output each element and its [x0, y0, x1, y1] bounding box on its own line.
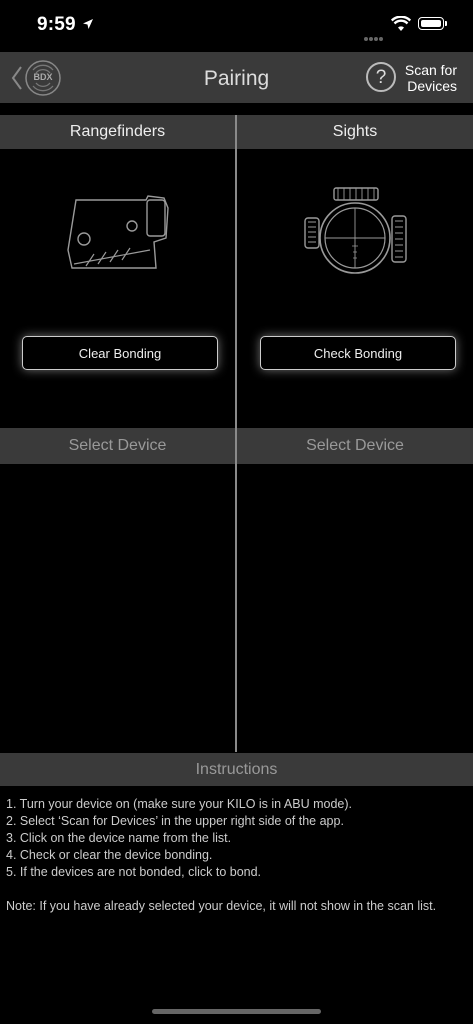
rangefinders-header: Rangefinders [0, 115, 235, 149]
clear-bonding-button[interactable]: Clear Bonding [22, 336, 218, 370]
battery-icon [418, 17, 447, 30]
scan-for-devices-button[interactable]: Scan for Devices [405, 62, 457, 94]
check-bonding-button[interactable]: Check Bonding [260, 336, 456, 370]
riflescope-icon [304, 187, 407, 274]
instructions-header: Instructions [0, 753, 473, 786]
status-time: 9:59 [37, 14, 76, 35]
scan-label-line2: Devices [407, 78, 457, 94]
help-button[interactable]: ? [366, 62, 396, 92]
instruction-step: 2. Select ‘Scan for Devices’ in the uppe… [6, 814, 344, 828]
nav-bar: BDX Pairing ? Scan for Devices [0, 52, 473, 103]
home-indicator[interactable] [152, 1009, 321, 1014]
instruction-step: 1. Turn your device on (make sure your K… [6, 797, 352, 811]
wifi-icon [391, 16, 411, 31]
instruction-step: 5. If the devices are not bonded, click … [6, 865, 262, 879]
scan-label-line1: Scan for [404, 62, 457, 78]
rangefinder-icon [67, 195, 169, 269]
page-title: Pairing [203, 67, 270, 90]
cellular-signal-icon [364, 28, 384, 46]
sights-header: Sights [237, 115, 473, 149]
location-arrow-icon [83, 19, 93, 29]
select-sight-header: Select Device [237, 428, 473, 464]
select-rangefinder-header: Select Device [0, 428, 235, 464]
status-bar: 9:59 [0, 0, 473, 50]
instruction-step: 3. Click on the device name from the lis… [6, 831, 232, 845]
instruction-step: 4. Check or clear the device bonding. [6, 848, 213, 862]
instruction-note: Note: If you have already selected your … [6, 899, 437, 913]
instructions-text: 1. Turn your device on (make sure your K… [6, 796, 468, 915]
